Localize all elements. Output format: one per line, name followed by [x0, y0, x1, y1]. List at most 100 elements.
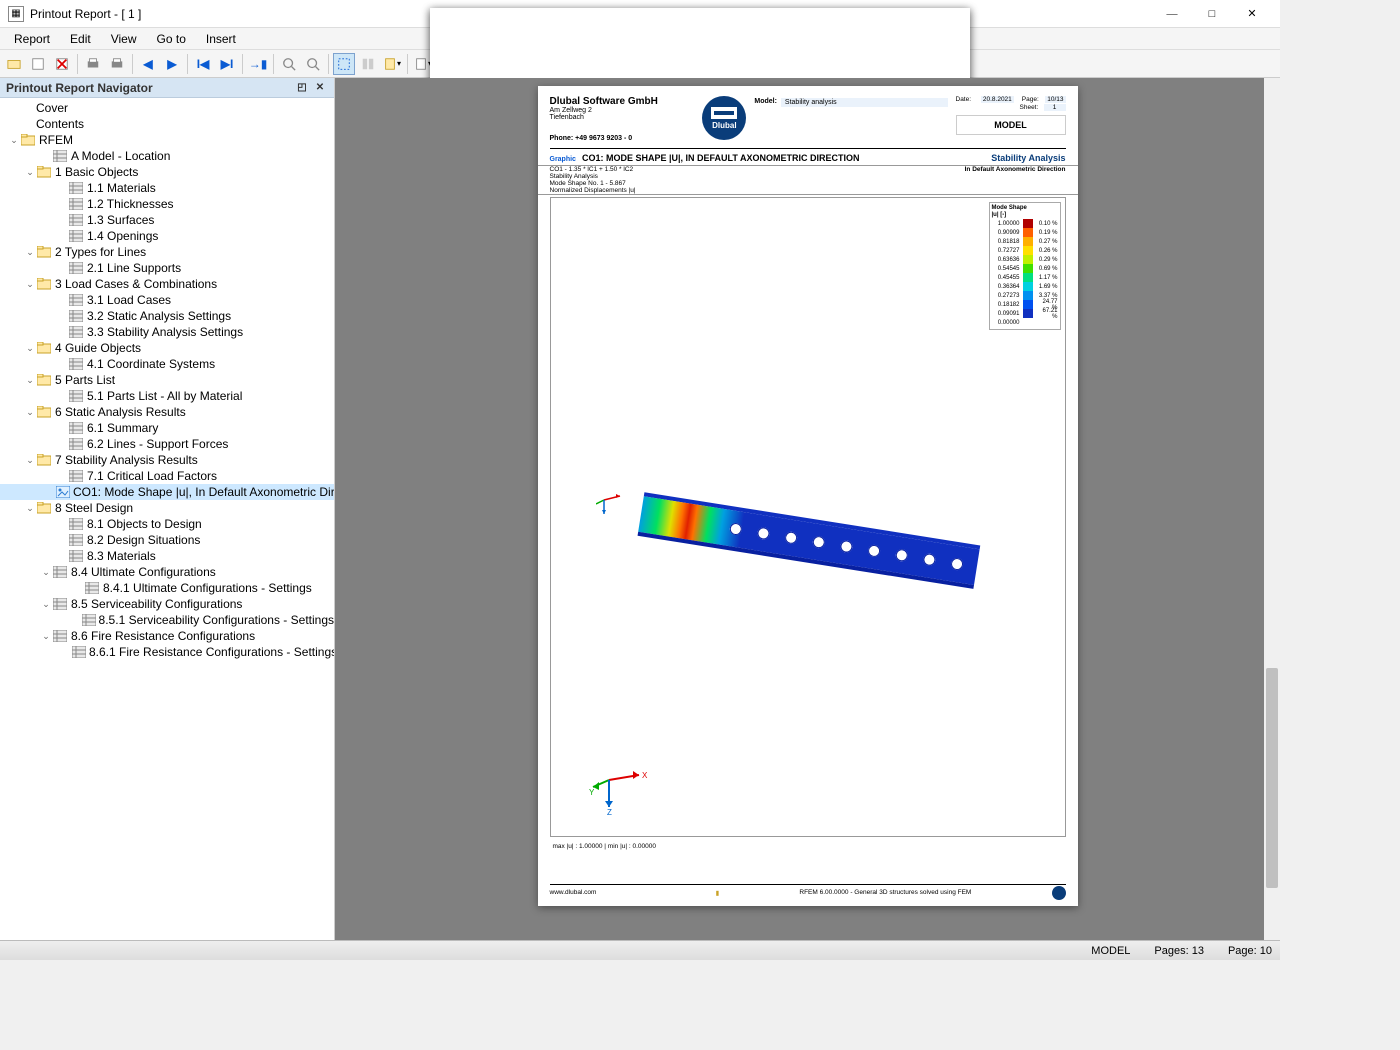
tree-item[interactable]: A Model - Location	[0, 148, 334, 164]
export-icon[interactable]: ▾	[381, 53, 403, 75]
tree-item[interactable]: ⌄5 Parts List	[0, 372, 334, 388]
menu-edit[interactable]: Edit	[60, 30, 101, 48]
collapse-icon[interactable]: ⌄	[24, 167, 36, 178]
separator	[407, 54, 408, 74]
tree-item[interactable]: 3.3 Stability Analysis Settings	[0, 324, 334, 340]
collapse-icon[interactable]: ⌄	[24, 343, 36, 354]
tree-label: Cover	[36, 101, 68, 115]
separator	[273, 54, 274, 74]
menu-insert[interactable]: Insert	[196, 30, 246, 48]
collapse-icon[interactable]: ⌄	[24, 455, 36, 466]
tree-item[interactable]: ⌄8 Steel Design	[0, 500, 334, 516]
collapse-icon[interactable]: ⌄	[24, 279, 36, 290]
tree-label: 8.3 Materials	[87, 549, 156, 563]
tree-item[interactable]: Contents	[0, 116, 334, 132]
collapse-icon[interactable]: ⌄	[8, 135, 20, 146]
status-page: Page: 10	[1228, 945, 1272, 957]
tree-item[interactable]: 8.2 Design Situations	[0, 532, 334, 548]
scrollbar-thumb[interactable]	[1266, 668, 1278, 888]
tree-item[interactable]: 2.1 Line Supports	[0, 260, 334, 276]
goto-page-icon[interactable]: →▮	[247, 53, 269, 75]
navigator-header: Printout Report Navigator ◰ ✕	[0, 78, 334, 98]
close-panel-icon[interactable]: ✕	[312, 80, 328, 96]
tree-item[interactable]: 3.2 Static Analysis Settings	[0, 308, 334, 324]
tree-item[interactable]: ⌄1 Basic Objects	[0, 164, 334, 180]
menu-view[interactable]: View	[101, 30, 147, 48]
tree-item[interactable]: 7.1 Critical Load Factors	[0, 468, 334, 484]
tree-item[interactable]: 8.3 Materials	[0, 548, 334, 564]
tree-label: 3 Load Cases & Combinations	[55, 277, 217, 291]
tree-label: 8.6.1 Fire Resistance Configurations - S…	[89, 645, 334, 659]
open-icon[interactable]	[3, 53, 25, 75]
tree-item[interactable]: 6.1 Summary	[0, 420, 334, 436]
tree-label: 8.4 Ultimate Configurations	[71, 565, 216, 579]
tree-item[interactable]: 1.1 Materials	[0, 180, 334, 196]
vertical-scrollbar[interactable]	[1264, 78, 1280, 940]
collapse-icon[interactable]: ⌄	[24, 247, 36, 258]
print-icon[interactable]	[82, 53, 104, 75]
beam-visualization	[601, 488, 981, 578]
tree-item[interactable]: ⌄8.6 Fire Resistance Configurations	[0, 628, 334, 644]
next-page-icon[interactable]: ▶	[161, 53, 183, 75]
company-phone: Phone: +49 9673 9203 - 0	[550, 135, 695, 142]
maximize-button[interactable]: □	[1192, 0, 1232, 28]
close-button[interactable]: ✕	[1232, 0, 1272, 28]
tree-item[interactable]: ⌄2 Types for Lines	[0, 244, 334, 260]
menu-go-to[interactable]: Go to	[147, 30, 196, 48]
tree-item[interactable]: 8.1 Objects to Design	[0, 516, 334, 532]
collapse-icon[interactable]: ⌄	[40, 567, 52, 578]
select-mode-icon[interactable]	[333, 53, 355, 75]
tree-item[interactable]: ⌄8.5 Serviceability Configurations	[0, 596, 334, 612]
tree-item[interactable]: 8.5.1 Serviceability Configurations - Se…	[0, 612, 334, 628]
image-icon	[56, 485, 70, 499]
svg-text:X: X	[642, 771, 648, 780]
collapse-icon[interactable]: ⌄	[24, 503, 36, 514]
tree-item[interactable]: ⌄4 Guide Objects	[0, 340, 334, 356]
table-icon	[68, 549, 84, 563]
tree-item[interactable]: 1.2 Thicknesses	[0, 196, 334, 212]
tree-item[interactable]: 6.2 Lines - Support Forces	[0, 436, 334, 452]
tree-item[interactable]: 3.1 Load Cases	[0, 292, 334, 308]
dlubal-logo-icon: Dlubal	[702, 96, 746, 140]
tree-item[interactable]: CO1: Mode Shape |u|, In Default Axonomet…	[0, 484, 334, 500]
print-preview-icon[interactable]	[106, 53, 128, 75]
collapse-icon[interactable]: ⌄	[40, 631, 52, 642]
separator	[77, 54, 78, 74]
zoom-in-icon[interactable]	[278, 53, 300, 75]
tree-item[interactable]: ⌄ 8.4 Ultimate Configurations	[0, 564, 334, 580]
tree-item[interactable]: 1.4 Openings	[0, 228, 334, 244]
delete-icon[interactable]	[51, 53, 73, 75]
tree-item[interactable]: 8.4.1 Ultimate Configurations - Settings	[0, 580, 334, 596]
collapse-icon[interactable]: ⌄	[40, 599, 52, 610]
tree-item[interactable]: 8.6.1 Fire Resistance Configurations - S…	[0, 644, 334, 660]
undock-icon[interactable]: ◰	[294, 80, 310, 96]
table-icon	[52, 597, 68, 611]
tree-item[interactable]: 5.1 Parts List - All by Material	[0, 388, 334, 404]
preview-area[interactable]: Dlubal Software GmbH Am Zellweg 2 Tiefen…	[335, 78, 1280, 940]
folder-icon	[36, 405, 52, 419]
tree-label: 7 Stability Analysis Results	[55, 453, 198, 467]
zoom-out-icon[interactable]	[302, 53, 324, 75]
table-icon	[68, 325, 84, 339]
tree-item[interactable]: 1.3 Surfaces	[0, 212, 334, 228]
tree-item[interactable]: ⌄6 Static Analysis Results	[0, 404, 334, 420]
tree-label: 1.4 Openings	[87, 229, 158, 243]
tree-item[interactable]: ⌄ 7 Stability Analysis Results	[0, 452, 334, 468]
collapse-icon[interactable]: ⌄	[24, 375, 36, 386]
minimize-button[interactable]: —	[1152, 0, 1192, 28]
tree-item[interactable]: ⌄RFEM	[0, 132, 334, 148]
tree-item[interactable]: 4.1 Coordinate Systems	[0, 356, 334, 372]
save-icon[interactable]	[27, 53, 49, 75]
table-icon	[68, 533, 84, 547]
model-field: Model: Stability analysis	[754, 96, 947, 142]
prev-page-icon[interactable]: ◀	[137, 53, 159, 75]
tree-item[interactable]: Cover	[0, 100, 334, 116]
last-page-icon[interactable]: ▶I	[216, 53, 238, 75]
first-page-icon[interactable]: I◀	[192, 53, 214, 75]
report-page: Dlubal Software GmbH Am Zellweg 2 Tiefen…	[538, 86, 1078, 906]
menu-report[interactable]: Report	[4, 30, 60, 48]
layout-icon[interactable]	[357, 53, 379, 75]
collapse-icon[interactable]: ⌄	[24, 407, 36, 418]
tree-item[interactable]: ⌄ 3 Load Cases & Combinations	[0, 276, 334, 292]
navigator-tree[interactable]: CoverContents⌄RFEMA Model - Location⌄1 B…	[0, 98, 334, 940]
